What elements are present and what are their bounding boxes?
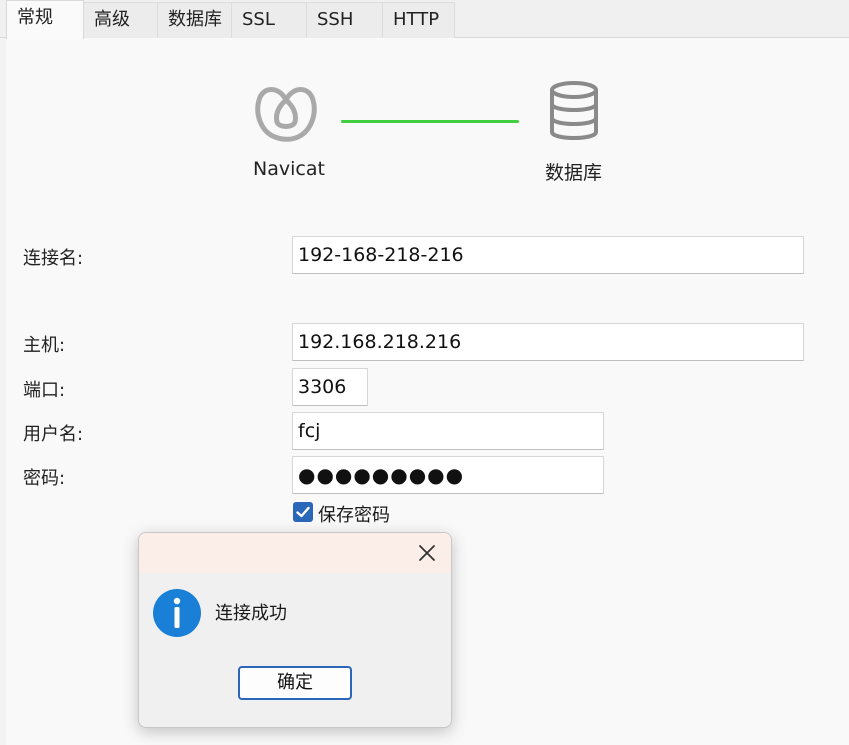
tab-databases[interactable]: 数据库 xyxy=(157,2,232,38)
connection-name-label: 连接名: xyxy=(23,248,84,269)
connection-window: 常规 高级 数据库 SSL SSH HTTP Navicat 数据库 连接名: … xyxy=(0,0,849,745)
host-field[interactable]: 192.168.218.216 xyxy=(292,323,804,361)
password-field[interactable]: ●●●●●●●●● xyxy=(292,456,604,494)
checkmark-icon xyxy=(296,506,310,518)
navicat-logo-icon xyxy=(255,87,317,142)
tab-http[interactable]: HTTP xyxy=(382,2,455,38)
port-label: 端口: xyxy=(23,380,66,401)
username-field[interactable]: fcj xyxy=(292,412,604,450)
dialog-titlebar xyxy=(139,533,451,573)
info-icon xyxy=(153,589,201,637)
ok-button[interactable]: 确定 xyxy=(238,666,352,700)
connection-success-dialog: 连接成功 确定 xyxy=(138,532,452,728)
database-icon xyxy=(550,81,598,140)
tab-ssh[interactable]: SSH xyxy=(306,2,383,38)
host-label: 主机: xyxy=(23,335,66,356)
save-password-label: 保存密码 xyxy=(318,505,390,526)
close-icon[interactable] xyxy=(415,541,439,565)
port-field[interactable]: 3306 xyxy=(292,368,368,406)
tab-bar: 常规 高级 数据库 SSL SSH HTTP xyxy=(0,0,849,39)
database-label: 数据库 xyxy=(545,162,603,184)
connection-line xyxy=(341,120,519,123)
password-label: 密码: xyxy=(23,468,66,489)
save-password-checkbox[interactable] xyxy=(293,502,313,522)
username-label: 用户名: xyxy=(23,424,84,445)
tab-advanced[interactable]: 高级 xyxy=(83,2,158,38)
tab-general[interactable]: 常规 xyxy=(6,0,84,39)
dialog-message: 连接成功 xyxy=(215,603,287,624)
tab-ssl[interactable]: SSL xyxy=(231,2,307,38)
navicat-label: Navicat xyxy=(253,158,325,180)
connection-name-field[interactable]: 192-168-218-216 xyxy=(292,236,804,274)
